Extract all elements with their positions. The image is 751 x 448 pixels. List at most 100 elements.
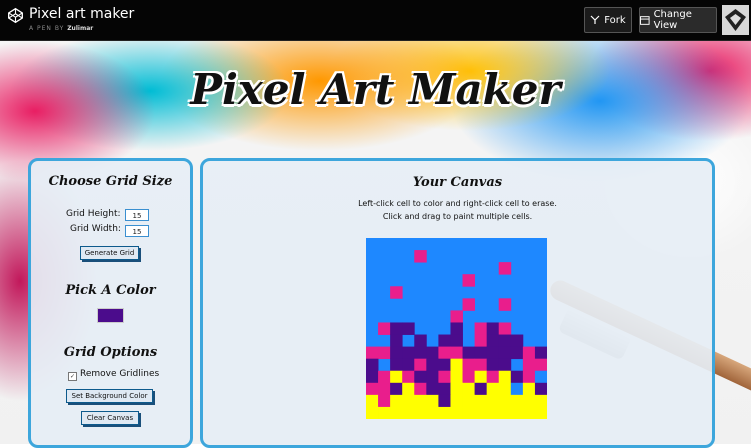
pixel-cell[interactable] <box>390 406 403 419</box>
pixel-cell[interactable] <box>438 358 451 372</box>
pixel-cell[interactable] <box>402 346 415 360</box>
clear-canvas-button[interactable]: Clear Canvas <box>81 411 139 425</box>
author-link[interactable]: Zulimar <box>67 25 93 32</box>
pixel-cell[interactable] <box>414 394 427 408</box>
pixel-cell[interactable] <box>414 334 427 347</box>
pixel-cell[interactable] <box>498 262 512 275</box>
pixel-cell[interactable] <box>474 394 488 408</box>
pixel-cell[interactable] <box>510 346 524 360</box>
grid-width-input[interactable]: 15 <box>125 225 149 237</box>
pixel-cell[interactable] <box>378 406 391 419</box>
pixel-cell[interactable] <box>450 334 463 347</box>
pixel-cell[interactable] <box>474 370 488 384</box>
pixel-cell[interactable] <box>462 358 475 372</box>
codepen-logo-icon[interactable] <box>7 7 24 24</box>
pixel-cell[interactable] <box>498 370 512 384</box>
pixel-cell[interactable] <box>426 358 439 372</box>
pixel-cell[interactable] <box>366 346 379 360</box>
pixel-cell[interactable] <box>450 322 463 335</box>
pixel-cell[interactable] <box>366 358 379 372</box>
pixel-cell[interactable] <box>402 394 415 408</box>
pixel-cell[interactable] <box>366 370 379 384</box>
pixel-cell[interactable] <box>426 346 439 360</box>
pixel-cell[interactable] <box>510 406 524 419</box>
pixel-cell[interactable] <box>498 334 512 347</box>
pixel-cell[interactable] <box>414 250 427 263</box>
color-picker[interactable] <box>97 308 124 323</box>
pixel-cell[interactable] <box>366 382 379 396</box>
pixel-cell[interactable] <box>462 382 475 396</box>
pixel-cell[interactable] <box>378 394 391 408</box>
pixel-cell[interactable] <box>486 322 500 335</box>
pixel-cell[interactable] <box>390 346 403 360</box>
pixel-cell[interactable] <box>522 346 536 360</box>
pixel-cell[interactable] <box>426 382 439 396</box>
grid-height-input[interactable]: 15 <box>125 209 149 221</box>
pixel-cell[interactable] <box>498 406 512 419</box>
user-avatar[interactable] <box>722 5 749 35</box>
pixel-cell[interactable] <box>522 406 536 419</box>
pixel-cell[interactable] <box>438 394 451 408</box>
pixel-cell[interactable] <box>378 322 391 335</box>
pixel-cell[interactable] <box>486 382 500 396</box>
pixel-cell[interactable] <box>450 370 463 384</box>
pixel-cell[interactable] <box>534 370 547 384</box>
pixel-cell[interactable] <box>390 358 403 372</box>
remove-gridlines-checkbox[interactable]: ✓ <box>68 372 77 381</box>
pixel-cell[interactable] <box>402 358 415 372</box>
pixel-cell[interactable] <box>462 406 475 419</box>
pixel-cell[interactable] <box>450 382 463 396</box>
pixel-cell[interactable] <box>390 382 403 396</box>
pixel-cell[interactable] <box>426 370 439 384</box>
pixel-cell[interactable] <box>366 406 379 419</box>
pixel-cell[interactable] <box>402 370 415 384</box>
pixel-cell[interactable] <box>390 394 403 408</box>
pixel-cell[interactable] <box>438 346 451 360</box>
pixel-cell[interactable] <box>522 370 536 384</box>
pixel-canvas[interactable] <box>366 238 547 419</box>
pixel-cell[interactable] <box>486 334 500 347</box>
pixel-cell[interactable] <box>450 346 463 360</box>
pixel-cell[interactable] <box>474 346 488 360</box>
pixel-cell[interactable] <box>534 358 547 372</box>
pixel-cell[interactable] <box>426 406 439 419</box>
pixel-cell[interactable] <box>438 334 451 347</box>
pixel-cell[interactable] <box>498 346 512 360</box>
pixel-cell[interactable] <box>534 394 547 408</box>
pixel-cell[interactable] <box>402 382 415 396</box>
change-view-button[interactable]: Change View <box>639 7 717 33</box>
pixel-cell[interactable] <box>462 346 475 360</box>
pixel-cell[interactable] <box>390 334 403 347</box>
pixel-cell[interactable] <box>378 346 391 360</box>
fork-button[interactable]: Fork <box>584 7 632 33</box>
set-background-color-button[interactable]: Set Background Color <box>66 389 153 403</box>
pixel-cell[interactable] <box>522 382 536 396</box>
pixel-cell[interactable] <box>498 382 512 396</box>
pixel-cell[interactable] <box>474 358 488 372</box>
pixel-cell[interactable] <box>402 406 415 419</box>
pixel-cell[interactable] <box>378 370 391 384</box>
pixel-cell[interactable] <box>510 370 524 384</box>
pixel-cell[interactable] <box>414 370 427 384</box>
pixel-cell[interactable] <box>390 286 403 299</box>
pixel-cell[interactable] <box>486 370 500 384</box>
pixel-cell[interactable] <box>474 382 488 396</box>
pixel-cell[interactable] <box>402 322 415 335</box>
pixel-cell[interactable] <box>438 370 451 384</box>
pixel-cell[interactable] <box>474 322 488 335</box>
pixel-cell[interactable] <box>426 394 439 408</box>
pixel-cell[interactable] <box>498 358 512 372</box>
pixel-cell[interactable] <box>498 322 512 335</box>
pixel-cell[interactable] <box>366 394 379 408</box>
pixel-cell[interactable] <box>390 322 403 335</box>
pixel-cell[interactable] <box>462 370 475 384</box>
pixel-cell[interactable] <box>462 298 475 311</box>
pixel-cell[interactable] <box>450 310 463 323</box>
pixel-cell[interactable] <box>450 358 463 372</box>
pixel-cell[interactable] <box>534 406 547 419</box>
pixel-cell[interactable] <box>438 406 451 419</box>
pixel-cell[interactable] <box>414 406 427 419</box>
pixel-cell[interactable] <box>462 274 475 287</box>
pixel-cell[interactable] <box>522 358 536 372</box>
pixel-cell[interactable] <box>474 334 488 347</box>
